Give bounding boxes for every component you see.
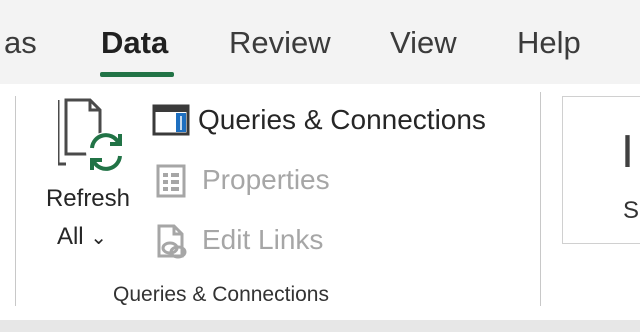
- ribbon-tab-bar: as Data Review View Help: [0, 0, 640, 84]
- tab-review[interactable]: Review: [229, 24, 331, 62]
- properties-label: Properties: [202, 164, 330, 195]
- tab-data[interactable]: Data: [101, 24, 168, 62]
- edit-links-button[interactable]: Edit Links: [156, 220, 356, 260]
- refresh-all-button[interactable]: Refresh All ⌄: [36, 96, 140, 272]
- queries-connections-label: Queries & Connections: [198, 104, 486, 135]
- tab-help[interactable]: Help: [517, 24, 581, 62]
- refresh-all-label-line1: Refresh: [45, 185, 131, 212]
- tab-formulas-partial[interactable]: as: [4, 24, 37, 62]
- next-group-button-partial[interactable]: Ⅰ S: [562, 96, 640, 244]
- group-label-queries-connections: Queries & Connections: [113, 283, 329, 306]
- active-tab-indicator: [100, 72, 174, 77]
- chevron-down-icon: ⌄: [90, 227, 108, 249]
- edit-links-icon: [156, 224, 188, 265]
- queries-connections-button[interactable]: Queries & Connections: [152, 100, 512, 140]
- refresh-all-label-line2: All ⌄: [56, 223, 108, 250]
- properties-button[interactable]: Properties: [156, 160, 356, 200]
- stocks-icon: Ⅰ: [621, 128, 634, 177]
- group-separator-right: [540, 92, 541, 306]
- edit-links-label: Edit Links: [202, 224, 324, 255]
- next-group-label-partial: S: [623, 197, 640, 224]
- group-separator-left: [15, 96, 16, 306]
- tab-view[interactable]: View: [390, 24, 457, 62]
- refresh-all-icon: [56, 96, 130, 181]
- properties-icon: [156, 164, 188, 203]
- ribbon-bottom-edge: [0, 320, 640, 332]
- queries-panel-icon: [152, 104, 190, 141]
